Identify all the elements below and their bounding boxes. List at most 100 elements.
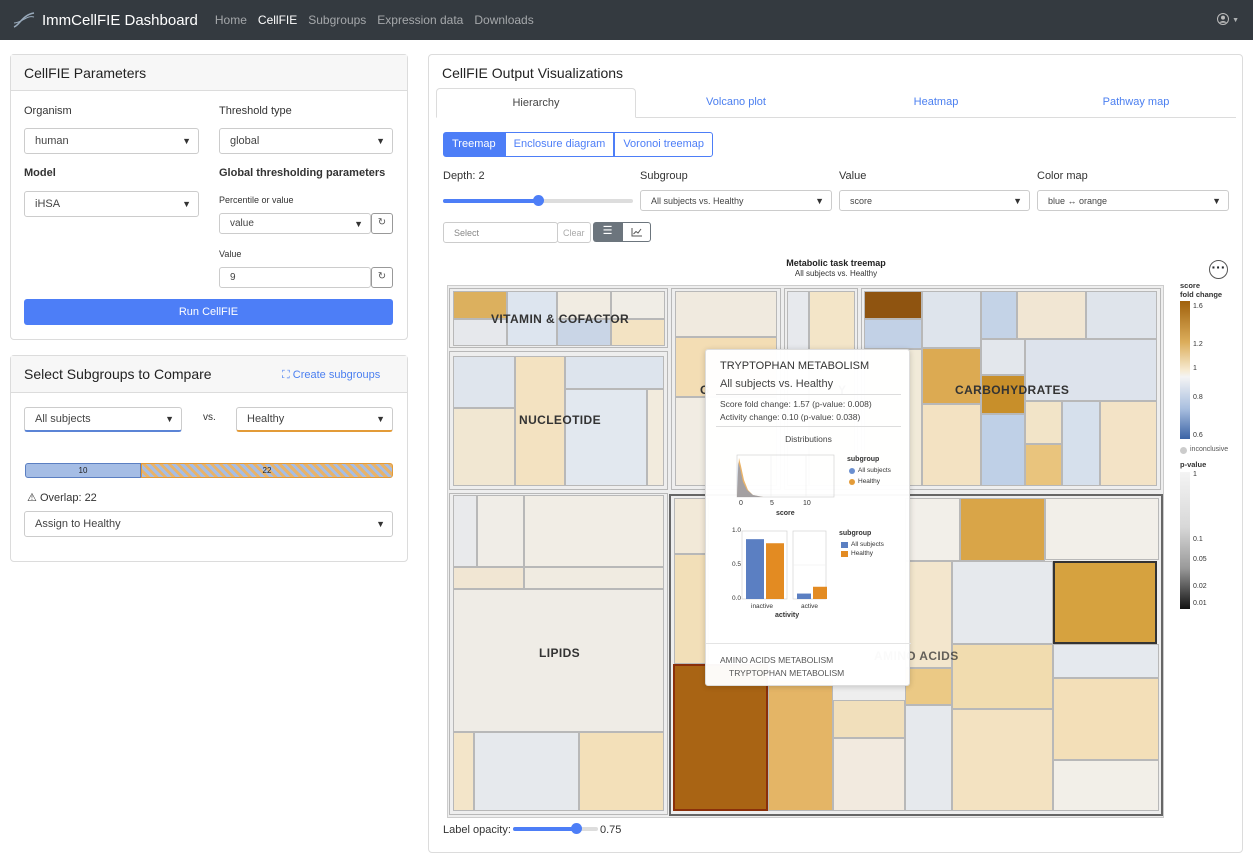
- subgroup-value: All subjects vs. Healthy: [651, 195, 744, 206]
- right-subgroup-value: Healthy: [247, 413, 285, 425]
- treemap-button[interactable]: Treemap: [443, 132, 505, 157]
- treemap-cell[interactable]: [675, 291, 777, 337]
- treemap-cell[interactable]: [565, 389, 647, 486]
- bar-legend-label-healthy: Healthy: [851, 550, 874, 557]
- value-input[interactable]: 9: [219, 267, 371, 288]
- tab-pathway-map[interactable]: Pathway map: [1036, 88, 1236, 117]
- treemap-cell[interactable]: [453, 495, 477, 567]
- tab-heatmap[interactable]: Heatmap: [836, 88, 1036, 117]
- treemap-cell[interactable]: [1025, 401, 1062, 444]
- treemap-cell[interactable]: [981, 291, 1017, 339]
- threshold-type-select[interactable]: global ▼: [219, 128, 393, 154]
- enclosure-diagram-button[interactable]: Enclosure diagram: [504, 132, 615, 157]
- reset-value-button[interactable]: ↻: [371, 267, 393, 288]
- pvalue-legend-title: p-value: [1180, 460, 1207, 469]
- treemap-cell[interactable]: [579, 732, 664, 811]
- subgroup-select[interactable]: All subjects vs. Healthy ▼: [640, 190, 832, 211]
- reset-percentile-button[interactable]: ↻: [371, 213, 393, 234]
- treemap-cell[interactable]: [1045, 498, 1159, 560]
- treemap-cell[interactable]: [864, 319, 922, 349]
- output-tabs: Hierarchy Volcano plot Heatmap Pathway m…: [436, 88, 1236, 118]
- user-menu[interactable]: ▼: [1216, 13, 1239, 28]
- chevron-down-icon: ▼: [376, 519, 385, 529]
- left-subgroup-select[interactable]: All subjects ▼: [24, 407, 182, 432]
- tooltip-activity-line: Activity change: 0.10 (p-value: 0.038): [720, 412, 861, 422]
- treemap-cell[interactable]: [952, 644, 1053, 709]
- depth-slider-handle[interactable]: [533, 195, 544, 206]
- treemap-cell[interactable]: [477, 495, 524, 567]
- clear-button[interactable]: Clear: [557, 222, 591, 243]
- reset-icon: ↻: [377, 271, 387, 282]
- treemap-cell[interactable]: [864, 291, 922, 319]
- treemap-cell[interactable]: [1053, 678, 1159, 760]
- tab-hierarchy[interactable]: Hierarchy: [436, 88, 636, 118]
- treemap-cell[interactable]: [1025, 444, 1062, 486]
- treemap-cell[interactable]: [1017, 291, 1086, 339]
- treemap-cell[interactable]: [1053, 760, 1159, 811]
- depth-slider[interactable]: [443, 195, 633, 206]
- more-options-button[interactable]: ···: [1209, 260, 1228, 279]
- treemap-cell[interactable]: [905, 705, 952, 811]
- density-tick: 10: [803, 500, 811, 507]
- assign-overlap-select[interactable]: Assign to Healthy ▼: [24, 511, 393, 537]
- nav-expression-data[interactable]: Expression data: [377, 13, 463, 27]
- tab-volcano-plot[interactable]: Volcano plot: [636, 88, 836, 117]
- create-subgroups-link[interactable]: ⛶ Create subgroups: [282, 369, 380, 382]
- treemap-cell[interactable]: [922, 291, 981, 348]
- nav-downloads[interactable]: Downloads: [474, 13, 533, 27]
- score-colorbar: [1180, 301, 1190, 439]
- treemap-cell[interactable]: [905, 498, 960, 561]
- treemap-cell[interactable]: [674, 498, 709, 554]
- model-select[interactable]: iHSA ▼: [24, 191, 199, 217]
- treemap-cell[interactable]: [922, 404, 981, 486]
- treemap-cell[interactable]: [833, 738, 905, 811]
- chevron-down-icon: ▼: [376, 136, 385, 146]
- voronoi-treemap-button[interactable]: Voronoi treemap: [614, 132, 714, 157]
- label-opacity-slider[interactable]: [513, 823, 598, 834]
- treemap-cell[interactable]: [524, 567, 664, 589]
- nav-subgroups[interactable]: Subgroups: [308, 13, 366, 27]
- chart-view-button[interactable]: [622, 222, 651, 242]
- run-cellfie-button[interactable]: Run CellFIE: [24, 299, 393, 325]
- percentile-select[interactable]: value ▼: [219, 213, 371, 234]
- treemap-cell[interactable]: [453, 589, 664, 732]
- treemap-cell-tryptophan[interactable]: [673, 664, 768, 811]
- treemap-cell[interactable]: [952, 709, 1053, 811]
- treemap-cell[interactable]: [674, 554, 709, 664]
- organism-select[interactable]: human ▼: [24, 128, 199, 154]
- list-view-button[interactable]: ☰: [593, 222, 622, 242]
- treemap-cell[interactable]: [1086, 291, 1157, 339]
- treemap-cell[interactable]: [1053, 644, 1159, 678]
- search-select-input[interactable]: Select: [443, 222, 558, 243]
- reset-icon: ↻: [377, 217, 387, 228]
- clear-label: Clear: [563, 227, 585, 238]
- treemap-cell[interactable]: [524, 495, 664, 567]
- treemap-title: Metabolic task treemap: [786, 258, 886, 268]
- treemap-cell[interactable]: [453, 732, 474, 811]
- brand[interactable]: ImmCellFIE Dashboard: [12, 11, 198, 29]
- nav-home[interactable]: Home: [215, 13, 247, 27]
- treemap-cell[interactable]: [960, 498, 1045, 561]
- depth-slider-fill: [443, 199, 538, 203]
- colormap-select[interactable]: blue ↔ orange ▼: [1037, 190, 1229, 211]
- treemap-cell[interactable]: [1062, 401, 1100, 486]
- treemap-cell[interactable]: [768, 680, 833, 811]
- treemap-cell[interactable]: [1100, 401, 1157, 486]
- value-select[interactable]: score ▼: [839, 190, 1030, 211]
- treemap-cell[interactable]: [952, 561, 1053, 644]
- treemap-cell[interactable]: [474, 732, 579, 811]
- right-subgroup-select[interactable]: Healthy ▼: [236, 407, 393, 432]
- treemap-cell[interactable]: [453, 356, 515, 408]
- nav-cellfie[interactable]: CellFIE: [258, 13, 297, 27]
- label-opacity-handle[interactable]: [571, 823, 582, 834]
- treemap-cell[interactable]: [453, 567, 524, 589]
- treemap-cell[interactable]: [647, 389, 664, 486]
- bar-ytick: 1.0: [732, 527, 742, 534]
- treemap-cell[interactable]: [453, 408, 515, 486]
- treemap-cell[interactable]: [1053, 561, 1157, 644]
- treemap-cell[interactable]: [981, 414, 1025, 486]
- treemap-cell[interactable]: [981, 339, 1025, 375]
- treemap-cell[interactable]: [833, 700, 905, 738]
- treemap-cell[interactable]: [905, 668, 952, 705]
- treemap-cell[interactable]: [565, 356, 664, 389]
